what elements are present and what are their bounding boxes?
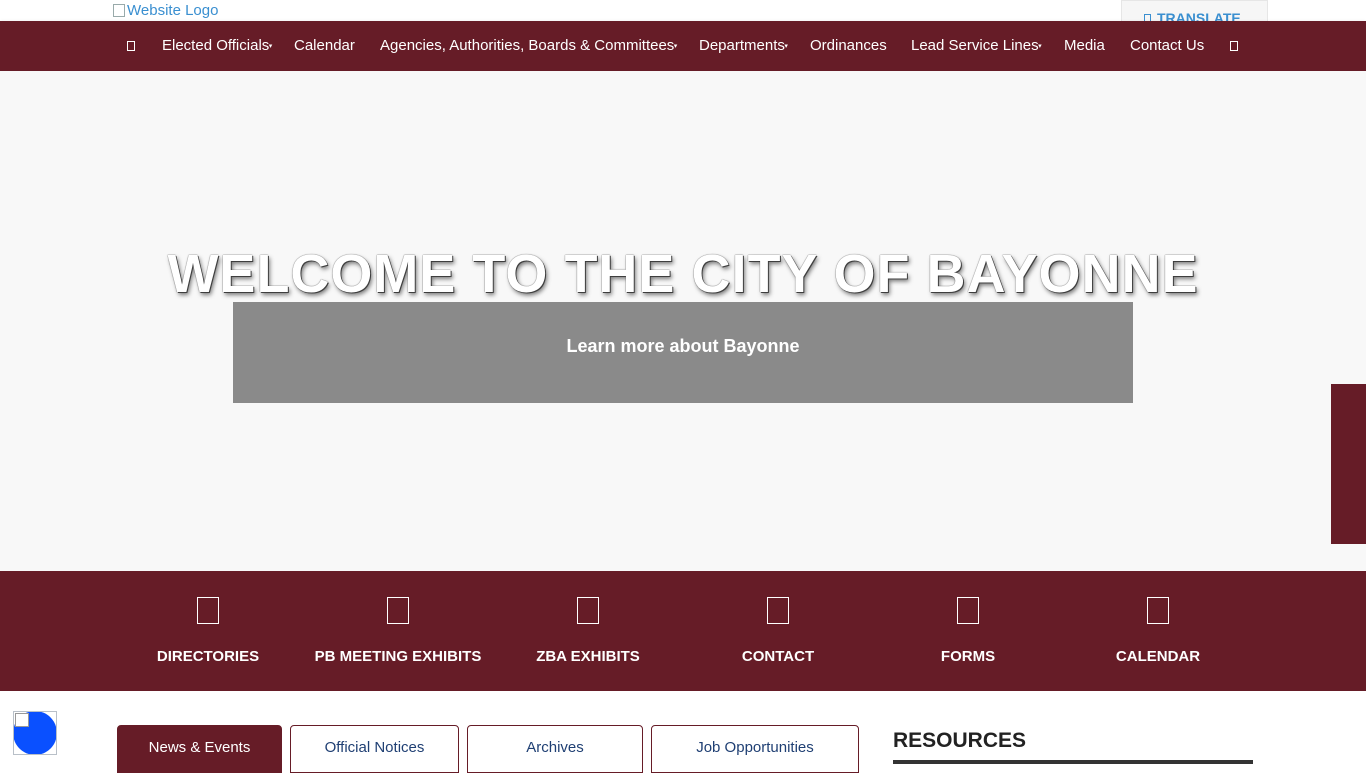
chevron-down-icon: ▾ [784, 43, 788, 50]
nav-item-label: Lead Service Lines [911, 37, 1039, 54]
resources-divider [893, 760, 1253, 764]
nav-item-departments[interactable]: Departments ▾ [699, 21, 788, 71]
nav-item-ordinances[interactable]: Ordinances [810, 21, 887, 71]
tab-news-events[interactable]: News & Events [117, 725, 282, 773]
learn-more-button[interactable]: Learn more about Bayonne [233, 302, 1133, 403]
quick-link-label: ZBA EXHIBITS [536, 648, 640, 665]
nav-item-calendar[interactable]: Calendar [294, 21, 355, 71]
broken-image-icon [15, 713, 29, 727]
quick-link-pb-meeting-exhibits[interactable]: PB MEETING EXHIBITS [303, 571, 493, 691]
nav-item-label: Elected Officials [162, 37, 270, 54]
nav-item-label: Contact Us [1130, 37, 1205, 54]
nav-item-label: Media [1064, 37, 1105, 54]
tab-official-notices[interactable]: Official Notices [290, 725, 459, 773]
home-icon[interactable] [127, 41, 135, 51]
directory-icon [197, 597, 219, 624]
logo-alt-text: Website Logo [127, 2, 219, 19]
quick-link-forms[interactable]: FORMS [873, 571, 1063, 691]
hero-banner: WELCOME TO THE CITY OF BAYONNE Learn mor… [0, 71, 1366, 571]
translate-label: TRANSLATE [1157, 10, 1241, 21]
accessibility-widget-button[interactable] [13, 711, 57, 755]
document-icon [577, 597, 599, 624]
chevron-down-icon: ▾ [1038, 43, 1042, 50]
nav-item-label: Ordinances [810, 37, 887, 54]
main-navigation: Elected Officials ▾ Calendar Agencies, Au… [0, 21, 1366, 71]
resources-heading: RESOURCES [893, 729, 1027, 752]
quick-link-label: CONTACT [741, 648, 815, 665]
search-icon[interactable] [1230, 41, 1238, 51]
forms-icon [957, 597, 979, 624]
nav-item-lead-service-lines[interactable]: Lead Service Lines ▾ [911, 21, 1042, 71]
nav-item-agencies[interactable]: Agencies, Authorities, Boards & Committe… [380, 21, 677, 71]
top-bar: Website Logo TRANSLATE [0, 0, 1366, 21]
quick-link-label: DIRECTORIES [156, 648, 260, 665]
chevron-down-icon: ▾ [673, 43, 678, 50]
quick-link-calendar[interactable]: CALENDAR [1063, 571, 1253, 691]
website-logo[interactable]: Website Logo [113, 2, 218, 19]
nav-item-elected-officials[interactable]: Elected Officials ▾ [162, 21, 272, 71]
quick-link-label: FORMS [940, 648, 996, 665]
nav-item-label: Departments [699, 37, 785, 54]
nav-item-contact-us[interactable]: Contact Us [1130, 21, 1204, 71]
translate-button[interactable]: TRANSLATE [1121, 0, 1268, 21]
tab-archives[interactable]: Archives [467, 725, 643, 773]
calendar-icon [1147, 597, 1169, 624]
globe-icon [1144, 14, 1151, 21]
nav-item-label: Calendar [294, 37, 355, 54]
quick-link-label: PB MEETING EXHIBITS [314, 648, 482, 665]
tab-job-opportunities[interactable]: Job Opportunities [651, 725, 859, 773]
hero-title: WELCOME TO THE CITY OF BAYONNE [167, 244, 1199, 304]
quick-link-zba-exhibits[interactable]: ZBA EXHIBITS [493, 571, 683, 691]
nav-item-label: Agencies, Authorities, Boards & Committe… [380, 37, 675, 54]
quick-links-bar: DIRECTORIES PB MEETING EXHIBITS ZBA EXHI… [0, 571, 1366, 691]
side-tab[interactable] [1331, 384, 1366, 544]
quick-link-label: CALENDAR [1115, 648, 1201, 665]
chevron-down-icon: ▾ [268, 43, 273, 50]
document-icon [387, 597, 409, 624]
quick-link-directories[interactable]: DIRECTORIES [113, 571, 303, 691]
nav-item-media[interactable]: Media [1064, 21, 1105, 71]
quick-link-contact[interactable]: CONTACT [683, 571, 873, 691]
broken-image-icon [113, 4, 125, 17]
contact-icon [767, 597, 789, 624]
